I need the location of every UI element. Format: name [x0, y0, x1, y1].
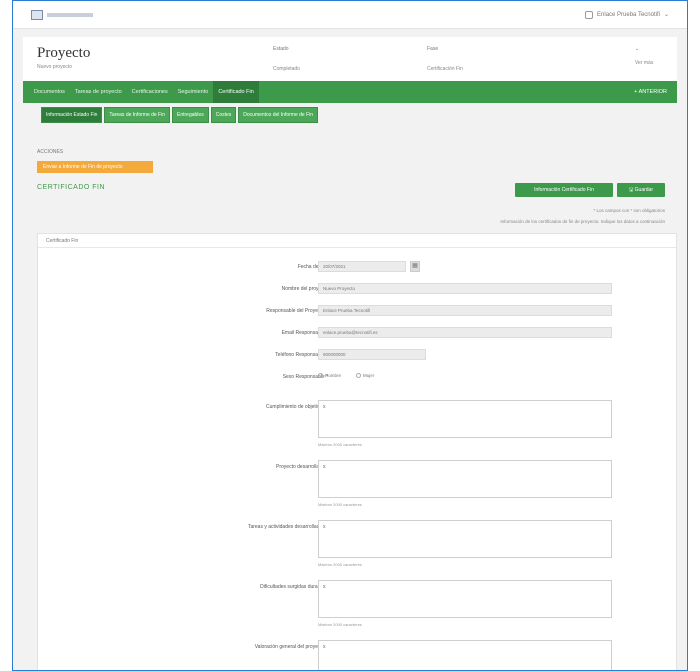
telefono-input[interactable]: 900000000 [318, 349, 426, 360]
subtab-informacion[interactable]: Información Estado Fin [41, 107, 103, 123]
required-note: * Los campos con * son obligatorios [593, 208, 665, 213]
user-menu[interactable]: Enlace Prueba Tecnotifi ⌄ [585, 10, 669, 19]
meta-fase: Fase Certificación Fin [427, 46, 463, 72]
form-card: Certificado Fin Fecha de alta 20/07/2021… [37, 233, 677, 670]
nav-back-link[interactable]: + ANTERIOR [634, 89, 667, 95]
user-name: Enlace Prueba Tecnotifi [597, 11, 660, 18]
nav-tab-tareas[interactable]: Tareas de proyecto [70, 81, 127, 103]
meta-value: Ver más [635, 60, 654, 66]
logo-mark-icon [31, 9, 43, 20]
proyecto-desarrollado-textarea[interactable]: x [318, 460, 612, 498]
project-header: Proyecto Nuevo proyecto Estado Completad… [23, 37, 677, 81]
page-title: Proyecto [37, 45, 91, 61]
save-button[interactable]: 🖫 Guardar [617, 183, 665, 197]
project-subtitle: Nuevo proyecto [37, 64, 73, 70]
dificultades-textarea[interactable]: x [318, 580, 612, 618]
meta-label: Estado [273, 46, 289, 52]
nav-tab-documentos[interactable]: Documentos [29, 81, 70, 103]
app-frame: Enlace Prueba Tecnotifi ⌄ Proyecto Nuevo… [12, 0, 688, 671]
subtab-entregables[interactable]: Entregables [172, 107, 209, 123]
fecha-alta-input[interactable]: 20/07/2021 [318, 261, 406, 272]
top-header: Enlace Prueba Tecnotifi ⌄ [13, 1, 687, 29]
meta-value: Completado [273, 66, 300, 72]
calendar-icon[interactable]: ▦ [410, 261, 420, 272]
responsable-input[interactable]: Enlace Prueba Tecnotifi [318, 305, 612, 316]
save-label: Guardar [634, 187, 653, 193]
valoracion-textarea[interactable]: x [318, 640, 612, 670]
radio-circle-icon [318, 373, 323, 378]
meta-estado: Estado Completado [273, 46, 300, 72]
chevron-down-icon: ⌄ [635, 46, 640, 52]
radio-circle-icon [356, 373, 361, 378]
email-field[interactable]: enlace.prueba@tecnotifi.es [318, 327, 612, 338]
subtab-documentos[interactable]: Documentos del Informe de Fin [238, 107, 319, 123]
char-limit-hint: Máximo 2000 caracteres [318, 562, 362, 567]
field-label: Tareas y actividades desarrolladas * [247, 524, 328, 530]
app-logo[interactable] [31, 9, 93, 20]
save-icon: 🖫 [629, 187, 634, 193]
nav-tab-seguimiento[interactable]: Seguimiento [173, 81, 214, 103]
user-icon [585, 10, 594, 19]
logo-wordmark [47, 12, 93, 17]
field-label: Valoración general del proyecto * [254, 644, 328, 650]
actions-label: ACCIONES [37, 149, 64, 155]
card-title: Certificado Fin [38, 234, 676, 248]
cumplimiento-textarea[interactable]: x [318, 400, 612, 438]
certificate-info-button[interactable]: Información Certificado Fin [515, 183, 613, 197]
meta-value: Certificación Fin [427, 66, 463, 72]
main-nav: Documentos Tareas de proyecto Certificac… [23, 81, 677, 103]
info-note: Información de los certificados de fin d… [500, 219, 665, 224]
sub-nav: Información Estado Fin Tareas de Informe… [23, 107, 677, 123]
radio-hombre[interactable]: Hombre [318, 373, 341, 378]
radio-label: Mujer [363, 373, 375, 378]
section-title: CERTIFICADO FIN [37, 184, 106, 191]
radio-label: Hombre [325, 373, 342, 378]
radio-mujer[interactable]: Mujer [356, 373, 374, 378]
char-limit-hint: Máximo 2000 caracteres [318, 502, 362, 507]
nombre-proyecto-input[interactable]: Nuevo Proyecto [318, 283, 612, 294]
char-limit-hint: Máximo 2000 caracteres [318, 622, 362, 627]
subtab-tareas[interactable]: Tareas de Informe de Fin [104, 107, 171, 123]
meta-more[interactable]: ⌄ Ver más [635, 46, 653, 66]
meta-label: Fase [427, 46, 439, 52]
send-report-button[interactable]: Enviar a Informe de Fin de proyecto [37, 161, 153, 173]
nav-tab-certificado-fin[interactable]: Certificado Fin [213, 81, 259, 103]
tareas-textarea[interactable]: x [318, 520, 612, 558]
subtab-costes[interactable]: Costes [210, 107, 237, 123]
chevron-down-icon: ⌄ [663, 12, 669, 18]
char-limit-hint: Máximo 2000 caracteres [318, 442, 362, 447]
nav-tab-certificaciones[interactable]: Certificaciones [127, 81, 173, 103]
